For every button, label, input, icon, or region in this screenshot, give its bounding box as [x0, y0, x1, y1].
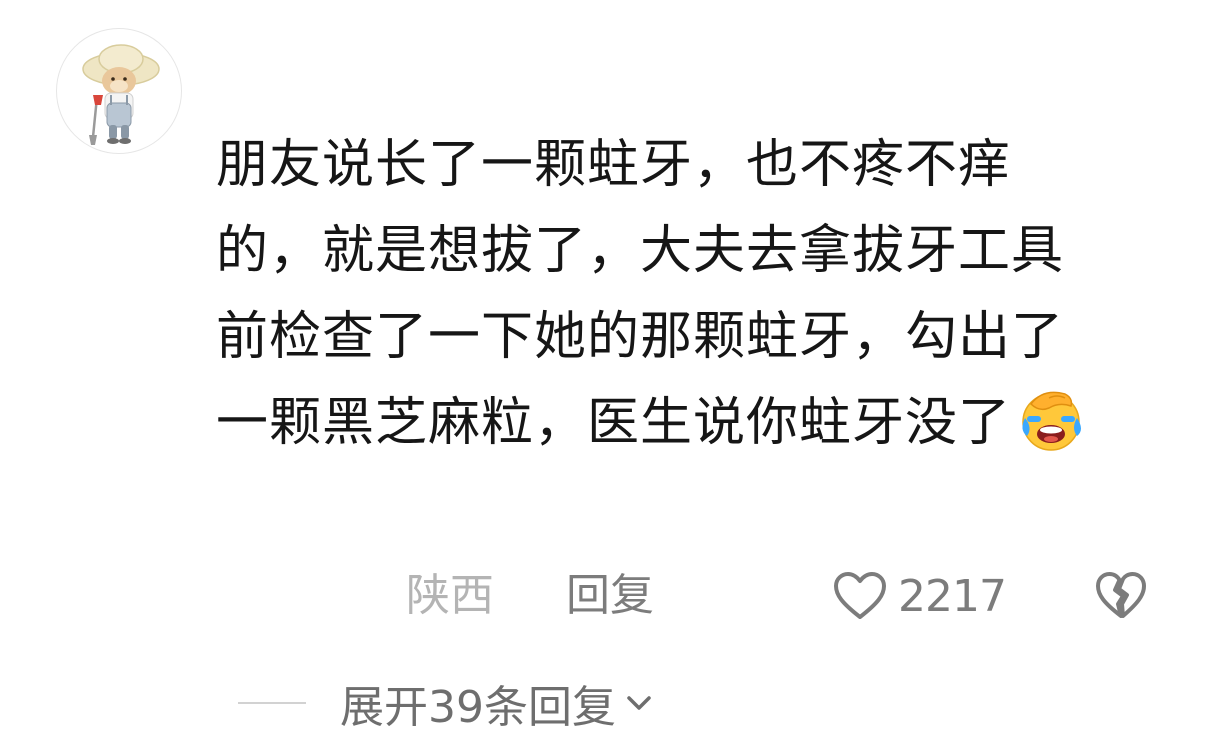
like-button[interactable]: 2217	[832, 566, 1007, 626]
like-count: 2217	[898, 570, 1007, 622]
comment-item: 朋友说长了一颗蛀牙，也不疼不痒的，就是想拔了，大夫去拿拔牙工具前检查了一下她的那…	[0, 0, 1216, 752]
dislike-button[interactable]	[1094, 570, 1148, 620]
avatar-cat-farmer-image	[82, 44, 160, 145]
comment-text-body: 朋友说长了一颗蛀牙，也不疼不痒的，就是想拔了，大夫去拿拔牙工具前检查了一下她的那…	[216, 135, 1065, 453]
divider-line	[238, 702, 306, 704]
chevron-down-icon[interactable]	[624, 691, 654, 715]
expand-replies-label[interactable]: 展开39条回复	[340, 671, 616, 735]
face-palm-crying-emoji	[1013, 384, 1089, 454]
broken-heart-icon	[1096, 572, 1146, 618]
expand-replies[interactable]: 展开39条回复	[238, 672, 654, 734]
location-label: 陕西	[406, 570, 494, 621]
avatar[interactable]	[56, 28, 182, 154]
comment-text: 朋友说长了一颗蛀牙，也不疼不痒的，就是想拔了，大夫去拿拔牙工具前检查了一下她的那…	[216, 122, 1116, 466]
heart-outline-icon	[834, 572, 886, 619]
reply-button[interactable]: 回复	[566, 566, 654, 626]
